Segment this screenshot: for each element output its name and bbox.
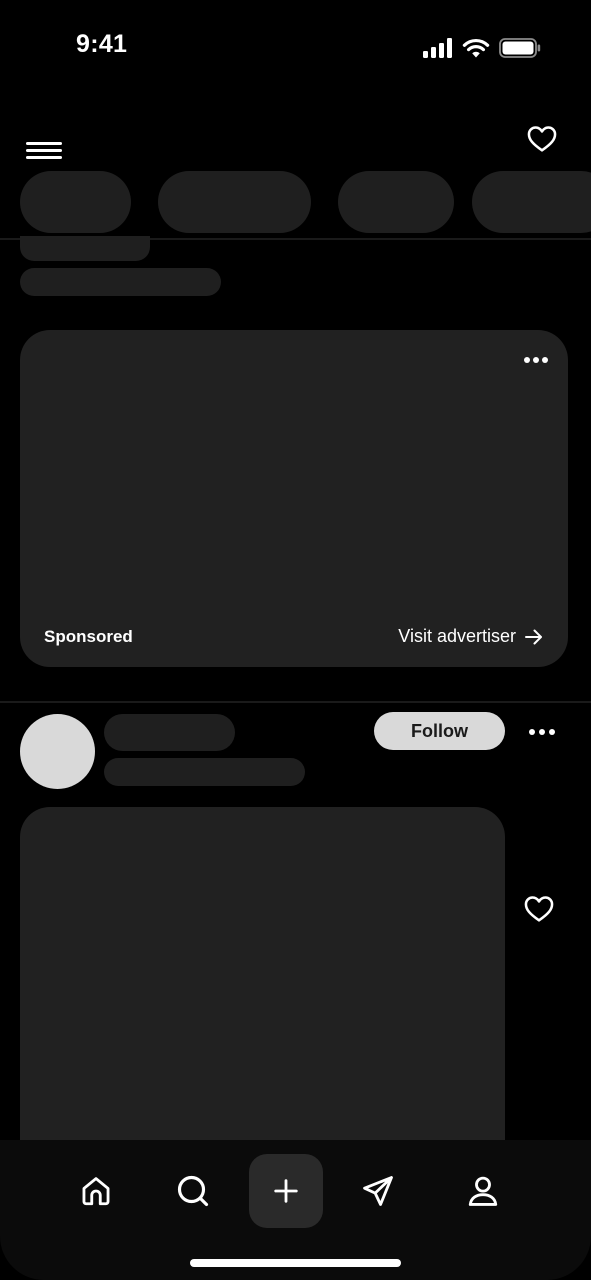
wifi-icon [462, 38, 490, 58]
status-bar: 9:41 [0, 0, 591, 96]
nav-home[interactable] [72, 1167, 120, 1215]
hamburger-menu-icon[interactable] [26, 126, 62, 159]
nav-search[interactable] [169, 1167, 217, 1215]
more-horizontal-icon[interactable] [526, 720, 558, 744]
plus-icon [274, 1179, 298, 1203]
paper-plane-icon [363, 1176, 393, 1206]
skeleton-line [20, 236, 150, 261]
arrow-right-icon [525, 629, 542, 644]
nav-create[interactable] [249, 1154, 323, 1228]
filter-chip[interactable] [472, 171, 591, 233]
filter-chip[interactable] [338, 171, 454, 233]
sponsored-ad-card[interactable]: Sponsored Visit advertiser [20, 330, 568, 667]
nav-profile[interactable] [459, 1167, 507, 1215]
status-icons [423, 36, 541, 60]
search-icon [177, 1175, 209, 1207]
follow-button[interactable]: Follow [374, 712, 505, 750]
visit-advertiser-link[interactable]: Visit advertiser [398, 626, 544, 647]
filter-chip[interactable] [20, 171, 131, 233]
filter-chip[interactable] [158, 171, 311, 233]
heart-outline-icon[interactable] [522, 893, 556, 925]
divider [0, 701, 591, 703]
more-horizontal-icon[interactable] [520, 348, 552, 372]
filter-chips-row [0, 171, 591, 233]
visit-advertiser-label: Visit advertiser [398, 626, 516, 646]
sponsored-label: Sponsored [44, 627, 133, 646]
bottom-nav [0, 1140, 591, 1280]
username-skeleton [104, 714, 235, 751]
nav-messages[interactable] [354, 1167, 402, 1215]
cellular-signal-icon [423, 38, 452, 58]
battery-icon [499, 38, 541, 58]
heart-outline-icon[interactable] [525, 123, 559, 155]
status-time: 9:41 [76, 30, 128, 58]
home-icon [82, 1177, 110, 1206]
top-bar [0, 112, 591, 168]
skeleton-line [20, 268, 221, 296]
home-indicator [190, 1259, 401, 1267]
avatar[interactable] [20, 714, 95, 789]
user-icon [468, 1176, 498, 1206]
subtitle-skeleton [104, 758, 305, 786]
